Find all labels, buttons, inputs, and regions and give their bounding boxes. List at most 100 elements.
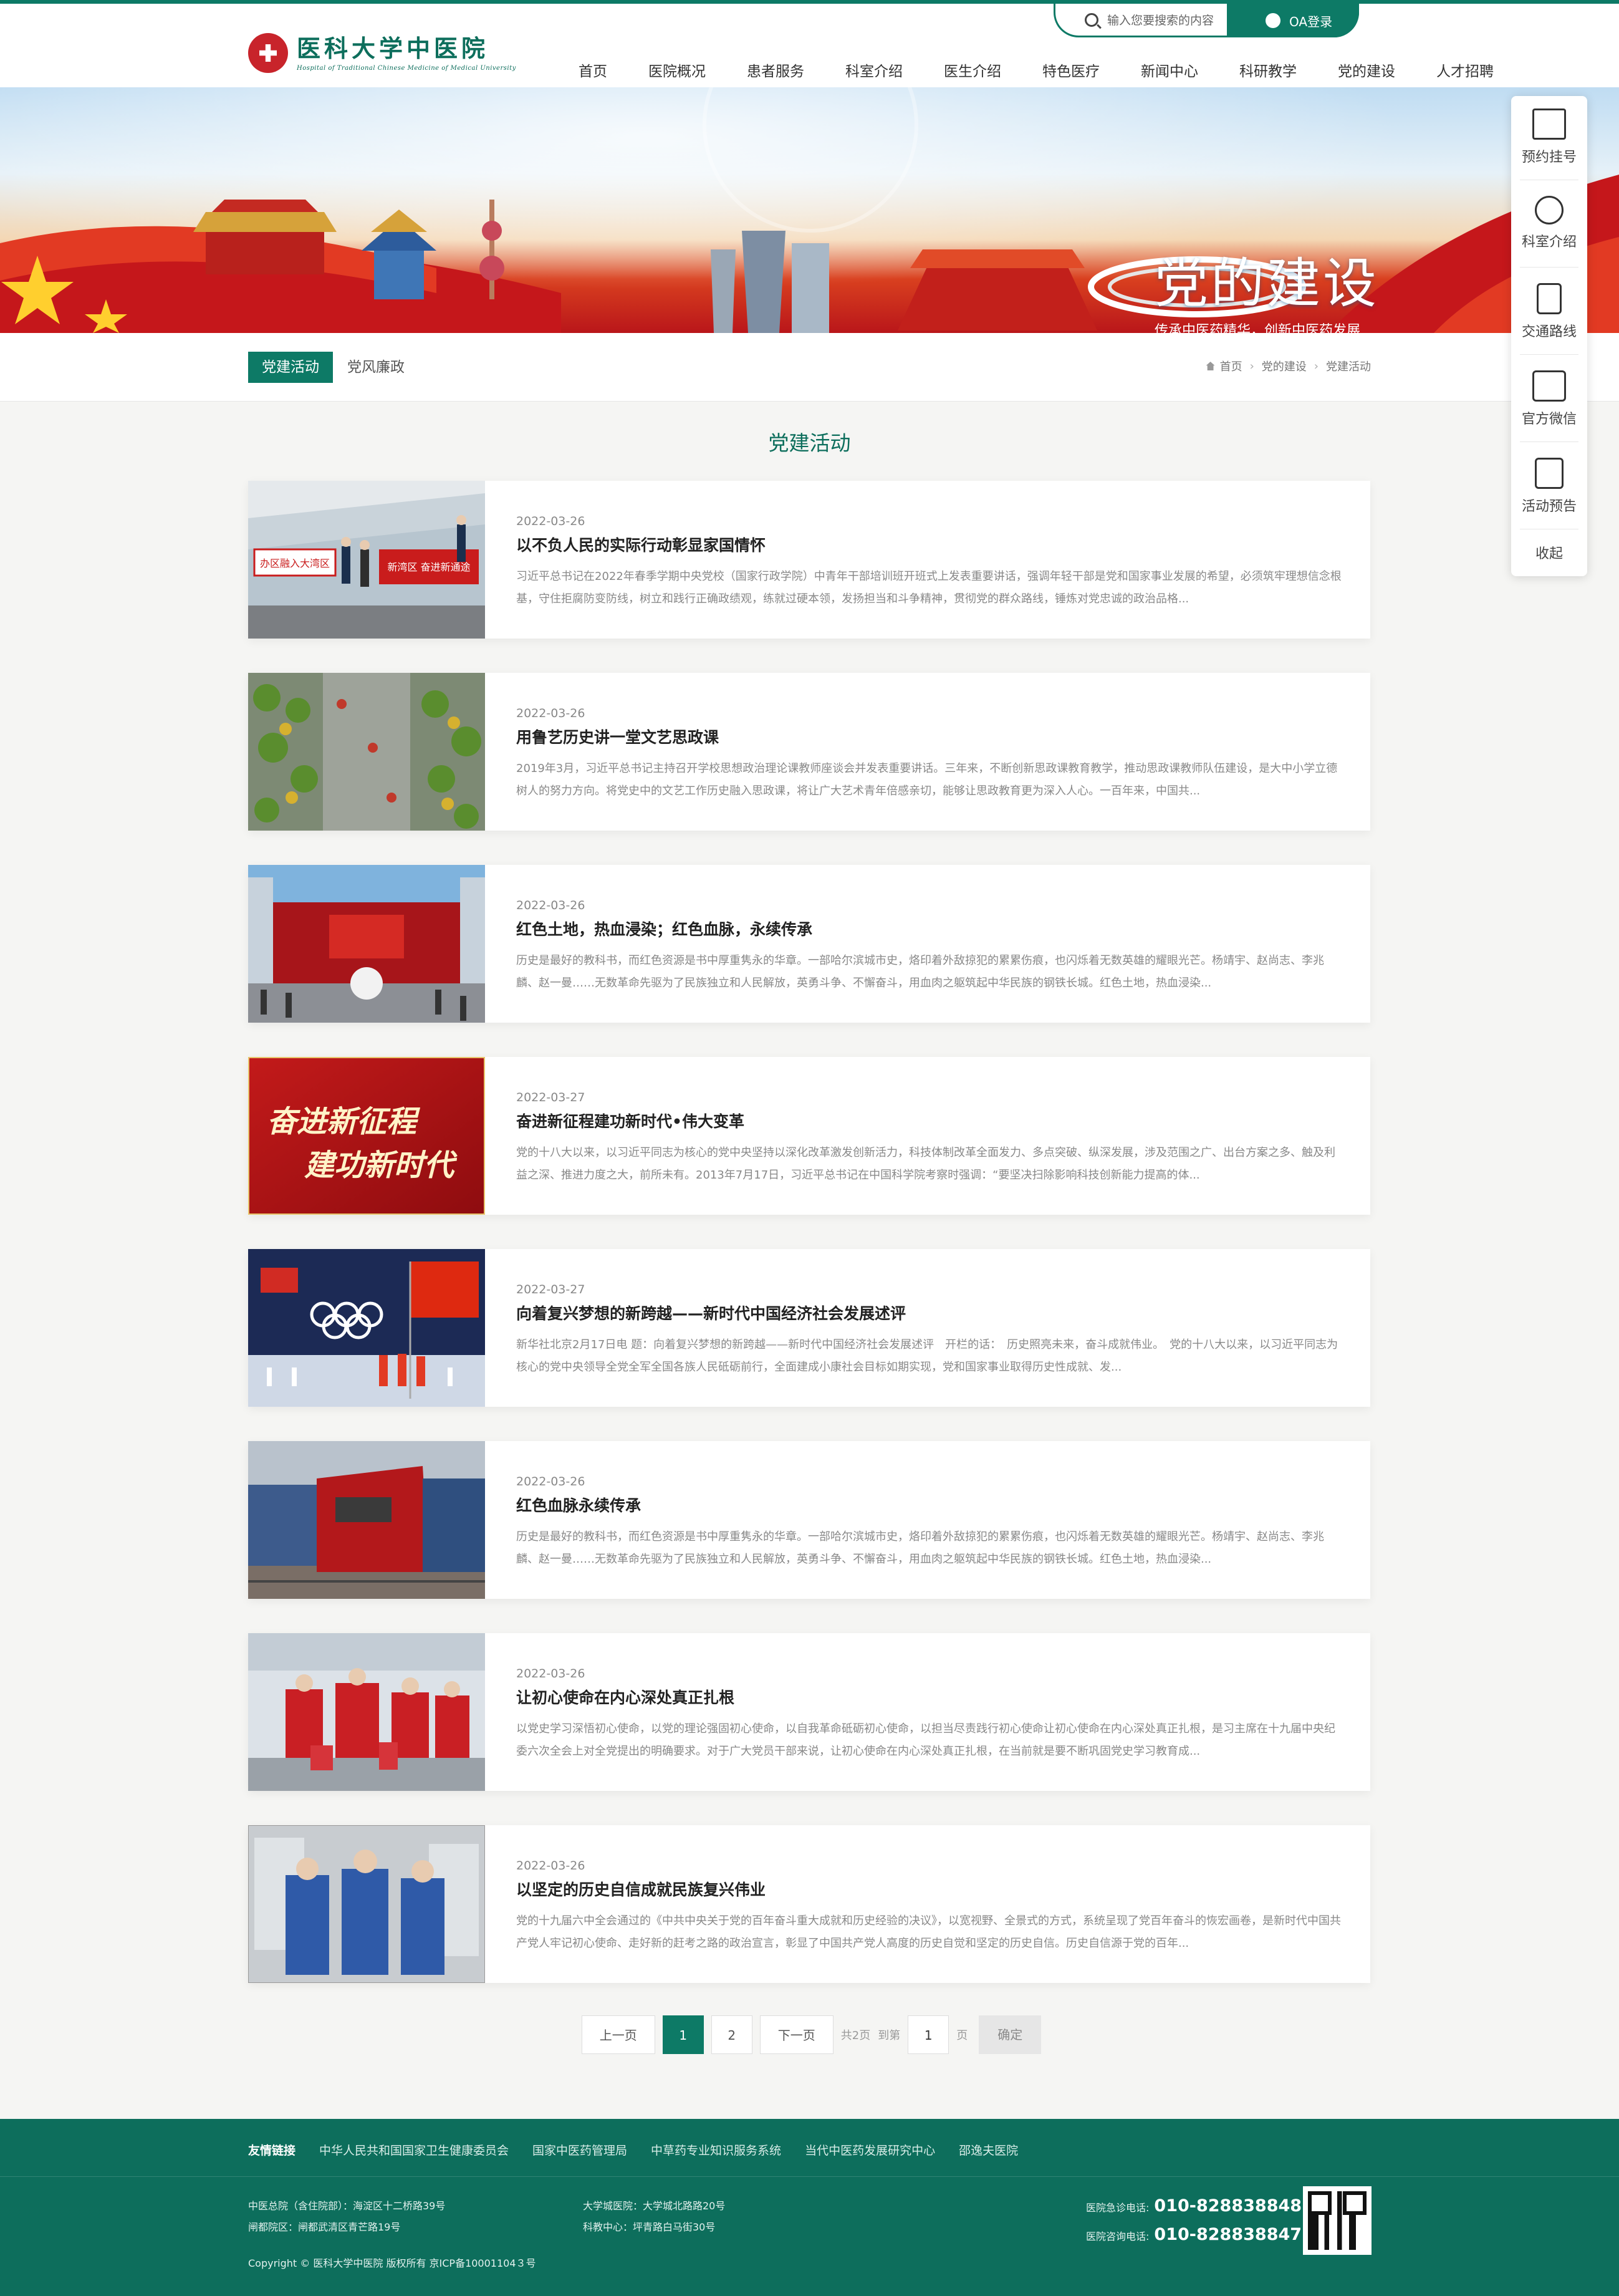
sidebar-item-events[interactable]: 活动预告: [1511, 458, 1587, 515]
friend-link[interactable]: 中华人民共和国国家卫生健康委员会: [319, 2141, 509, 2158]
article-item[interactable]: 2022-03-26 以坚定的历史自信成就民族复兴伟业 党的十九届六中全会通过的…: [248, 1825, 1370, 1983]
user-icon: [1266, 13, 1280, 28]
sidebar-item-label: 官方微信: [1521, 412, 1577, 427]
article-item[interactable]: 2022-03-26 红色土地，热血浸染；红色血脉，永续传承 历史是最好的教科书…: [248, 865, 1370, 1023]
article-thumbnail[interactable]: [248, 1633, 485, 1791]
nav-item-about[interactable]: 医院概况: [642, 54, 712, 90]
friend-links: 友情链接 中华人民共和国国家卫生健康委员会 国家中医药管理局 中草药专业知识服务…: [248, 2141, 1042, 2158]
nav-item-party-building[interactable]: 党的建设: [1332, 54, 1401, 90]
article-date: 2022-03-26: [516, 1475, 585, 1488]
search-box[interactable]: 输入您要搜索的内容: [1085, 11, 1214, 28]
friend-link[interactable]: 邵逸夫医院: [959, 2141, 1018, 2158]
article-title[interactable]: 以坚定的历史自信成就民族复兴伟业: [516, 1878, 766, 1900]
article-summary: 历史是最好的教科书，而红色资源是书中厚重隽永的华章。一部哈尔滨城市史，烙印着外敌…: [516, 1530, 1324, 1566]
nav-item-research[interactable]: 科研教学: [1233, 54, 1303, 90]
friend-link[interactable]: 当代中医药发展研究中心: [805, 2141, 935, 2158]
nav-item-departments[interactable]: 科室介绍: [839, 54, 909, 90]
nav-item-home[interactable]: 首页: [572, 54, 613, 90]
article-title[interactable]: 让初心使命在内心深处真正扎根: [516, 1686, 734, 1708]
address-university: 大学城医院：大学城北路路20号: [583, 2200, 726, 2212]
address-main: 中医总院（含住院部）：海淀区十二桥路39号: [248, 2200, 446, 2212]
prev-page-button[interactable]: 上一页: [581, 2015, 655, 2054]
article-item[interactable]: 2022-03-26 让初心使命在内心深处真正扎根 以党史学习深悟初心使命，以党…: [248, 1633, 1370, 1791]
floating-sidebar: 预约挂号 科室介绍 交通路线 官方微信 活动预告 收起: [1511, 96, 1587, 576]
sidebar-item-label: 交通路线: [1521, 324, 1577, 340]
tab-party-integrity[interactable]: 党风廉政: [334, 352, 418, 383]
nav-item-careers[interactable]: 人才招聘: [1430, 54, 1500, 90]
hospital-logo[interactable]: 医科大学中医院 Hospital of Traditional Chinese …: [248, 30, 516, 76]
article-thumbnail[interactable]: 办区融入大湾区 新湾区 奋进新通途: [248, 481, 485, 639]
article-title[interactable]: 奋进新征程建功新时代•伟大变革: [516, 1109, 744, 1132]
search-input[interactable]: 输入您要搜索的内容: [1107, 11, 1214, 28]
calendar-clock-icon: [1532, 109, 1566, 140]
goto-confirm-button[interactable]: 确定: [979, 2015, 1042, 2054]
article-title[interactable]: 红色土地，热血浸染；红色血脉，永续传承: [516, 917, 812, 940]
sidebar-item-wechat[interactable]: 官方微信: [1511, 370, 1587, 428]
page-number-current[interactable]: 1: [662, 2015, 704, 2054]
article-title[interactable]: 用鲁艺历史讲一堂文艺思政课: [516, 725, 719, 748]
sidebar-item-appointment[interactable]: 预约挂号: [1511, 109, 1587, 166]
signpost-icon: [1537, 283, 1562, 314]
article-item[interactable]: 办区融入大湾区 新湾区 奋进新通途 2022-03-26 以不负人民的实际行动彰…: [248, 481, 1370, 639]
sidebar-item-label: 科室介绍: [1521, 234, 1577, 250]
nav-item-doctors[interactable]: 医生介绍: [938, 54, 1007, 90]
tab-party-activities[interactable]: 党建活动: [248, 352, 333, 383]
breadcrumb: 首页 › 党的建设 › 党建活动: [1206, 358, 1371, 374]
page-footer: 友情链接 中华人民共和国国家卫生健康委员会 国家中医药管理局 中草药专业知识服务…: [0, 2119, 1619, 2296]
copyright: Copyright © 医科大学中医院 版权所有 京ICP备10001104３号: [248, 2257, 536, 2269]
article-date: 2022-03-27: [516, 1091, 585, 1104]
banner-subtitle: 传承中医药精华，创新中医药发展: [1155, 323, 1361, 333]
thumb-slogan-line1: 奋进新征程: [267, 1104, 421, 1139]
article-thumbnail[interactable]: [248, 1825, 485, 1983]
thumb-banner-right: 新湾区 奋进新通途: [387, 561, 470, 573]
oa-login-button[interactable]: OA登录: [1227, 4, 1359, 37]
address-education: 科教中心：坪青路白马街30号: [583, 2221, 716, 2233]
article-item[interactable]: 2022-03-27 向着复兴梦想的新跨越——新时代中国经济社会发展述评 新华社…: [248, 1249, 1370, 1407]
article-item[interactable]: 2022-03-26 用鲁艺历史讲一堂文艺思政课 2019年3月，习近平总书记主…: [248, 673, 1370, 831]
goto-label: 到第: [878, 2029, 901, 2042]
breadcrumb-current: 党建活动: [1326, 360, 1371, 374]
magnifier-icon: [1535, 196, 1564, 224]
article-summary: 党的十九届六中全会通过的《中共中央关于党的百年奋斗重大成就和历史经验的决议》，以…: [516, 1914, 1341, 1950]
logo-name: 医科大学中医院: [297, 34, 489, 62]
friend-link[interactable]: 国家中医药管理局: [532, 2141, 627, 2158]
sidebar-item-label: 预约挂号: [1521, 150, 1577, 165]
next-page-button[interactable]: 下一页: [759, 2015, 834, 2054]
wechat-qr-code: [1303, 2186, 1372, 2255]
article-item[interactable]: 奋进新征程 建功新时代 2022-03-27 奋进新征程建功新时代•伟大变革 党…: [248, 1057, 1370, 1215]
breadcrumb-party-building[interactable]: 党的建设: [1262, 358, 1307, 374]
nav-item-patient-service[interactable]: 患者服务: [741, 54, 810, 90]
sidebar-collapse-button[interactable]: 收起: [1511, 543, 1587, 562]
article-thumbnail[interactable]: [248, 1249, 485, 1407]
article-thumbnail[interactable]: [248, 673, 485, 831]
thumb-slogan-line2: 建功新时代: [304, 1148, 458, 1183]
article-date: 2022-03-26: [516, 707, 585, 720]
article-summary: 党的十八大以来，以习近平同志为核心的党中央坚持以深化改革激发创新活力，科技体制改…: [516, 1146, 1335, 1182]
article-summary: 历史是最好的教科书，而红色资源是书中厚重隽永的华章。一部哈尔滨城市史，烙印着外敌…: [516, 954, 1324, 990]
page-number[interactable]: 2: [711, 2015, 752, 2054]
article-title[interactable]: 以不负人民的实际行动彰显家国情怀: [516, 533, 766, 556]
friend-link[interactable]: 中草药专业知识服务系统: [651, 2141, 781, 2158]
article-date: 2022-03-27: [516, 1283, 585, 1296]
page-unit-label: 页: [956, 2029, 968, 2042]
nav-item-news[interactable]: 新闻中心: [1135, 54, 1204, 90]
banner-title: 党的建设: [1155, 253, 1379, 315]
sidebar-item-departments[interactable]: 科室介绍: [1511, 196, 1587, 251]
breadcrumb-home[interactable]: 首页: [1220, 358, 1242, 374]
oa-login-label: OA登录: [1289, 14, 1333, 29]
article-item[interactable]: 2022-03-26 红色血脉永续传承 历史是最好的教科书，而红色资源是书中厚重…: [248, 1441, 1370, 1599]
article-summary: 2019年3月，习近平总书记主持召开学校思想政治理论课教师座谈会并发表重要讲话。…: [516, 762, 1338, 798]
search-icon[interactable]: [1085, 12, 1098, 27]
article-title[interactable]: 向着复兴梦想的新跨越——新时代中国经济社会发展述评: [516, 1301, 906, 1324]
article-thumbnail[interactable]: [248, 1441, 485, 1599]
sidebar-item-traffic[interactable]: 交通路线: [1511, 283, 1587, 340]
sidebar-item-label: 活动预告: [1521, 499, 1577, 514]
logo-english-name: Hospital of Traditional Chinese Medicine…: [297, 64, 516, 72]
article-thumbnail[interactable]: 奋进新征程 建功新时代: [248, 1057, 485, 1215]
address-branch: 闸都院区：闸都武清区青芒路19号: [248, 2221, 401, 2233]
nav-item-special-medicine[interactable]: 特色医疗: [1036, 54, 1106, 90]
article-title[interactable]: 红色血脉永续传承: [516, 1493, 641, 1516]
goto-page-input[interactable]: 1: [908, 2015, 949, 2054]
article-summary: 以党史学习深悟初心使命，以党的理论强固初心使命，以自我革命砥砺初心使命，以担当尽…: [516, 1722, 1335, 1758]
article-thumbnail[interactable]: [248, 865, 485, 1023]
